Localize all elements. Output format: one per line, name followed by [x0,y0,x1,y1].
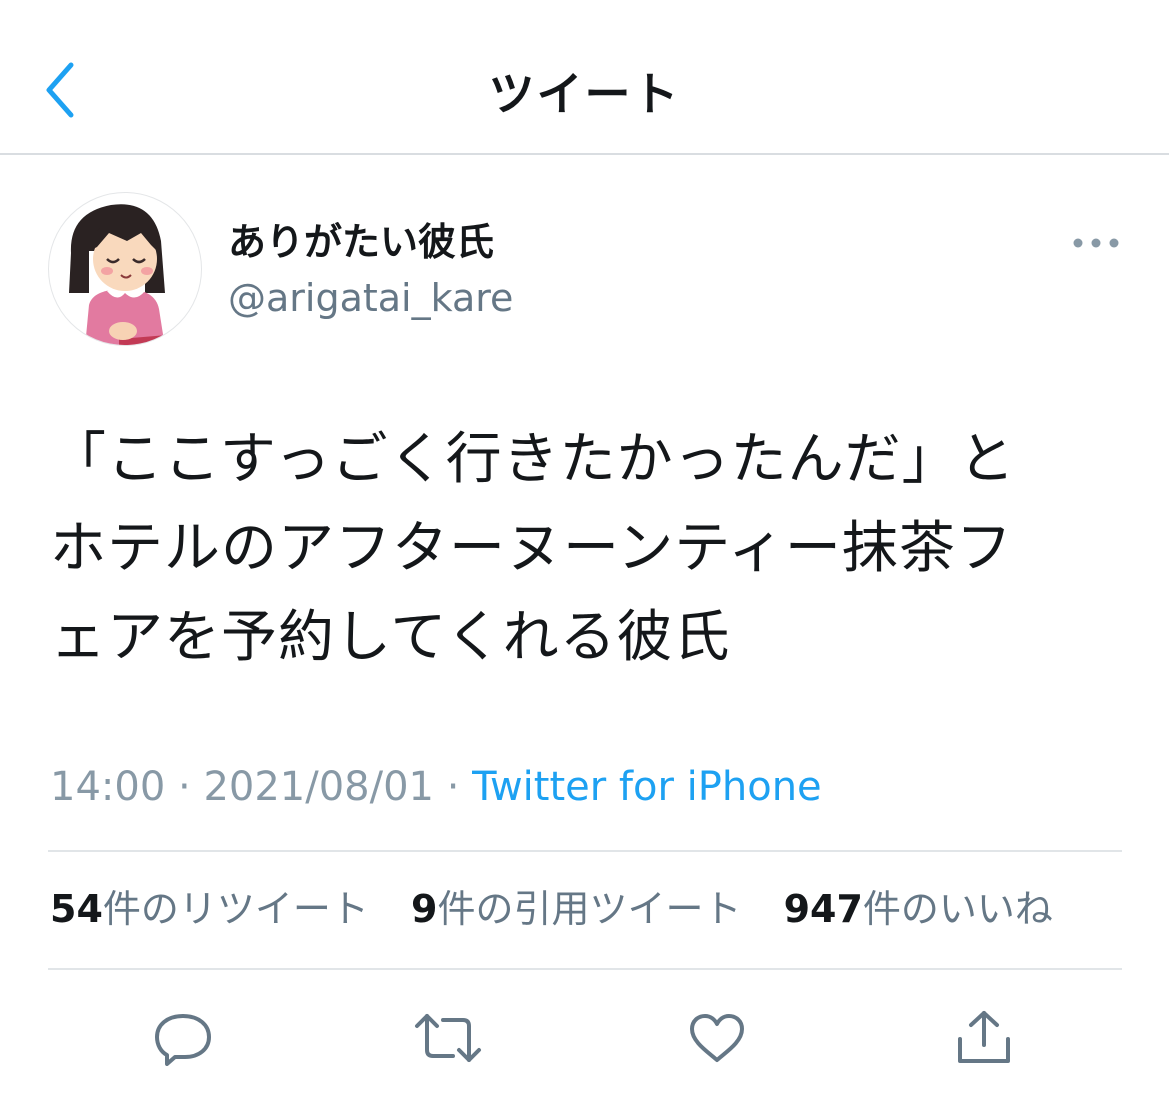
quote-count: 9 [411,887,438,931]
avatar[interactable] [48,192,202,346]
like-count-link[interactable]: 947件のいいね [784,882,1053,936]
user-handle[interactable]: @arigatai_kare [228,274,513,322]
meta-separator: · [178,764,191,810]
divider [48,850,1122,852]
heart-icon [690,1014,744,1062]
share-icon [958,1011,1010,1063]
like-count: 947 [783,887,863,931]
retweet-button[interactable] [410,1000,486,1076]
share-button[interactable] [946,1000,1022,1076]
like-label: 件のいいね [862,887,1053,931]
like-button[interactable] [679,1000,755,1076]
retweet-count: 54 [50,887,103,931]
navigation-bar: ツイート [0,0,1169,155]
retweet-icon [415,1014,481,1062]
page-title: ツイート [488,67,681,121]
more-dots-icon [1073,238,1119,248]
tweet-source-link[interactable]: Twitter for iPhone [472,764,822,810]
quote-count-link[interactable]: 9件の引用ツイート [411,882,741,936]
tweet-stats: 54件のリツイート 9件の引用ツイート 947件のいいね [50,882,1083,936]
tweet-text: 「ここすっごく行きたかったんだ」と ホテルのアフターヌーンティー抹茶フ ェアを予… [50,427,1016,670]
retweet-count-link[interactable]: 54件のリツイート [50,882,369,936]
user-name[interactable]: ありがたい彼氏 [228,218,494,266]
tweet-meta: 14:00 · 2021/08/01 · Twitter for iPhone [50,760,822,814]
more-options-button[interactable] [1068,225,1124,261]
divider [48,968,1122,970]
retweet-label: 件のリツイート [102,887,369,931]
quote-label: 件の引用ツイート [437,887,742,931]
reply-button[interactable] [145,1000,221,1076]
tweet-date: 2021/08/01 [203,764,434,810]
reply-icon [155,1014,211,1066]
tweet-time: 14:00 [50,764,166,810]
avatar-illustration [69,204,169,345]
meta-separator: · [446,764,460,810]
